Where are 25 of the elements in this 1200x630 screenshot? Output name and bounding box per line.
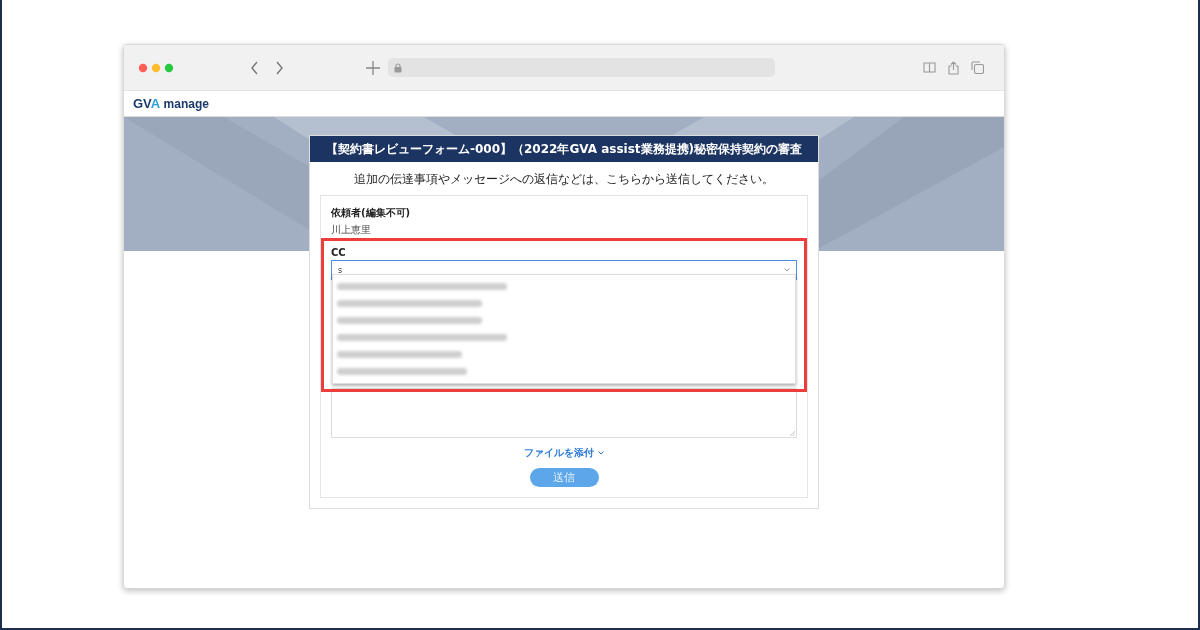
dialog-title: 【契約書レビューフォーム-000】（2022年GVA assist業務提携)秘密保持契約の審査: [310, 136, 818, 162]
app-logo[interactable]: GVA manage: [133, 96, 209, 111]
requester-name: 川上恵里: [331, 223, 372, 237]
field-label: CC: [331, 247, 347, 258]
tabs-icon[interactable]: [971, 61, 984, 74]
blurred-option[interactable]: [337, 317, 482, 324]
blurred-option[interactable]: [337, 351, 462, 358]
chevron-down-icon: [784, 268, 790, 272]
blurred-option[interactable]: [337, 283, 507, 290]
attach-file-link[interactable]: ファイルを添付: [524, 446, 604, 460]
new-tab-icon[interactable]: [366, 60, 380, 75]
instruction-text: 追加の伝達事項やメッセージへの返信などは、こちらから送信してください。: [353, 171, 775, 188]
lock-icon: [394, 62, 402, 73]
window-controls-icon[interactable]: [138, 62, 176, 73]
resize-grip-icon: [790, 431, 795, 436]
message-textarea[interactable]: [331, 388, 797, 438]
back-icon[interactable]: [250, 60, 260, 75]
share-icon[interactable]: [948, 60, 959, 75]
blurred-option[interactable]: [337, 368, 467, 375]
forward-icon[interactable]: [274, 60, 284, 75]
blurred-option[interactable]: [337, 300, 482, 307]
blurred-option[interactable]: [337, 334, 507, 341]
chevron-down-icon: [598, 451, 604, 455]
field-label: 依頼者(編集不可): [331, 206, 412, 220]
book-icon[interactable]: [923, 62, 936, 73]
